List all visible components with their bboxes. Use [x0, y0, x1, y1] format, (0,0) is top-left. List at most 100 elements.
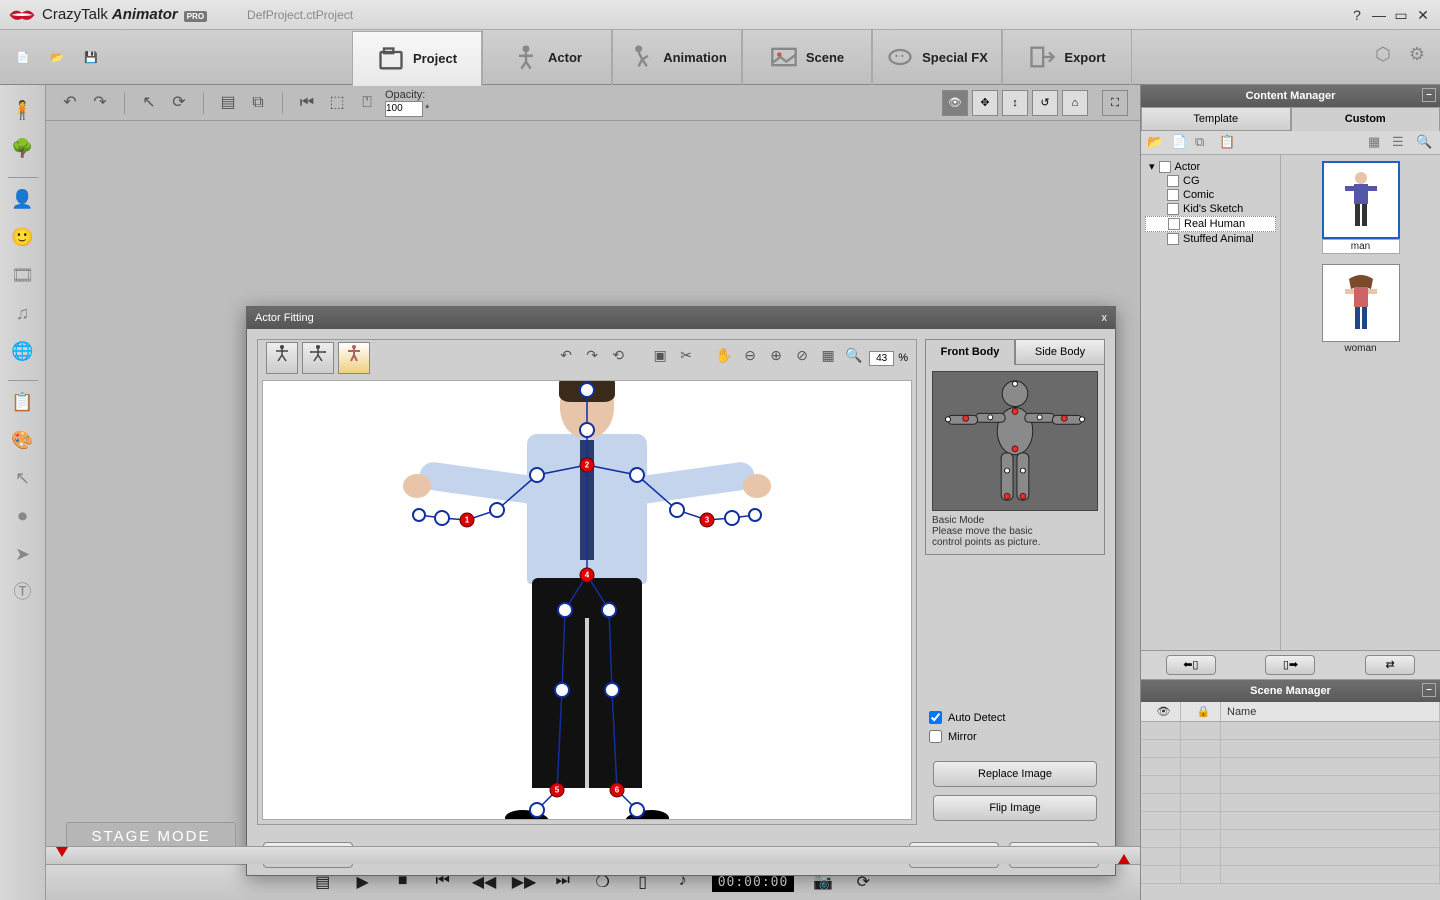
skeleton-mode-1[interactable] — [266, 342, 298, 374]
opacity-input[interactable] — [385, 101, 423, 117]
content-thumbnails: man woman — [1281, 155, 1440, 650]
cm-list-icon[interactable]: ☰ — [1392, 134, 1410, 152]
dlg-zoomreset-icon[interactable]: ⊘ — [791, 347, 813, 369]
duplicate-icon[interactable]: ⧉ — [246, 91, 270, 115]
side-body-tab[interactable]: Side Body — [1015, 339, 1105, 365]
front-body-tab[interactable]: Front Body — [925, 339, 1015, 365]
package-icon[interactable]: ⬡ — [1370, 44, 1396, 70]
tree-stuffed[interactable]: Stuffed Animal — [1145, 232, 1276, 246]
group-icon[interactable]: ⬚ — [325, 91, 349, 115]
tree-comic[interactable]: Comic — [1145, 188, 1276, 202]
dlg-redo-icon[interactable]: ↷ — [581, 347, 603, 369]
audio-tool-icon[interactable]: ♫ — [8, 298, 38, 328]
tab-animation[interactable]: Animation — [612, 30, 742, 85]
tab-actor[interactable]: Actor — [482, 30, 612, 85]
dlg-grid-icon[interactable]: ▦ — [817, 347, 839, 369]
ref-mode-title: Basic Mode — [932, 515, 1098, 526]
skeleton-mode-3[interactable] — [338, 342, 370, 374]
film-tool-icon[interactable]: 🎞 — [8, 260, 38, 290]
tab-export[interactable]: Export — [1002, 30, 1132, 85]
record-tool-icon[interactable]: ⏺ — [8, 501, 38, 531]
timeline-start-marker[interactable] — [56, 847, 68, 857]
person-tool-icon[interactable]: 👤 — [8, 184, 38, 214]
xfer-both-icon[interactable]: ⇄ — [1365, 655, 1415, 675]
scene-col-visibility-icon[interactable]: 👁 — [1141, 702, 1181, 721]
scene-table-body[interactable] — [1141, 722, 1440, 900]
dlg-crop-icon[interactable]: ✂ — [675, 347, 697, 369]
tab-scene[interactable]: Scene — [742, 30, 872, 85]
skeleton-mode-2[interactable] — [302, 342, 334, 374]
skeleton-overlay[interactable]: 2 1 3 — [407, 380, 767, 820]
redo-icon[interactable]: ↷ — [88, 91, 112, 115]
cursor-tool-icon[interactable]: ↖ — [8, 463, 38, 493]
face-tool-icon[interactable]: 🙂 — [8, 222, 38, 252]
dlg-reset-icon[interactable]: ⟲ — [607, 347, 629, 369]
view-move-icon[interactable]: ✥ — [972, 90, 998, 116]
flip-image-button[interactable]: Flip Image — [933, 795, 1097, 821]
thumb-woman[interactable]: woman — [1322, 264, 1400, 355]
content-manager-collapse-icon[interactable]: – — [1422, 88, 1436, 102]
text-tool-icon[interactable]: Ⓣ — [8, 577, 38, 607]
custom-tab[interactable]: Custom — [1291, 107, 1440, 131]
cm-open-icon[interactable]: 📂 — [1147, 134, 1165, 152]
fitting-canvas[interactable]: 2 1 3 — [262, 380, 912, 820]
cm-grid-icon[interactable]: ▦ — [1368, 134, 1386, 152]
template-tab[interactable]: Template — [1141, 107, 1291, 131]
arrow-tool-icon[interactable]: ➤ — [8, 539, 38, 569]
view-eye-icon[interactable]: 👁 — [942, 90, 968, 116]
select-icon[interactable]: ↖ — [137, 91, 161, 115]
view-rotate-icon[interactable]: ↺ — [1032, 90, 1058, 116]
dlg-undo-icon[interactable]: ↶ — [555, 347, 577, 369]
skip-start-icon[interactable]: ⏮ — [295, 91, 319, 115]
view-updown-icon[interactable]: ↕ — [1002, 90, 1028, 116]
tree-real-human[interactable]: Real Human — [1145, 216, 1276, 232]
new-file-icon[interactable]: 📄 — [10, 44, 36, 70]
cm-search-icon[interactable]: 🔍 — [1416, 134, 1434, 152]
maximize-button[interactable]: ▭ — [1392, 6, 1410, 24]
dlg-zoomin-icon[interactable]: ⊕ — [765, 347, 787, 369]
tree-cg[interactable]: CG — [1145, 174, 1276, 188]
character-tool-icon[interactable]: 🧍 — [8, 95, 38, 125]
cm-paste-icon[interactable]: 📋 — [1219, 134, 1237, 152]
undo-icon[interactable]: ↶ — [58, 91, 82, 115]
timeline-end-marker[interactable] — [1118, 854, 1130, 864]
dlg-zoomout-icon[interactable]: ⊖ — [739, 347, 761, 369]
scene-col-name[interactable]: Name — [1221, 702, 1440, 721]
dlg-zoom-icon[interactable]: 🔍 — [843, 347, 865, 369]
auto-detect-checkbox[interactable]: Auto Detect — [929, 711, 1101, 724]
dlg-fit-icon[interactable]: ▣ — [649, 347, 671, 369]
dialog-close-icon[interactable]: x — [1102, 312, 1108, 324]
paint-tool-icon[interactable]: 🎨 — [8, 425, 38, 455]
tab-specialfx[interactable]: Special FX — [872, 30, 1002, 85]
prop-tool-icon[interactable]: 🌳 — [8, 133, 38, 163]
xfer-in-icon[interactable]: ⬅▯ — [1166, 655, 1216, 675]
save-file-icon[interactable]: 💾 — [78, 44, 104, 70]
cm-copy-icon[interactable]: ⧉ — [1195, 134, 1213, 152]
replace-image-button[interactable]: Replace Image — [933, 761, 1097, 787]
fullscreen-icon[interactable]: ⛶ — [1102, 90, 1128, 116]
help-button[interactable]: ? — [1348, 6, 1366, 24]
settings-icon[interactable]: ⚙ — [1404, 44, 1430, 70]
open-file-icon[interactable]: 📂 — [44, 44, 70, 70]
tree-actor[interactable]: ▾Actor — [1145, 159, 1276, 174]
tree-kids[interactable]: Kid's Sketch — [1145, 202, 1276, 216]
minimize-button[interactable]: — — [1370, 6, 1388, 24]
cm-new-icon[interactable]: 📄 — [1171, 134, 1189, 152]
xfer-out-icon[interactable]: ▯➡ — [1265, 655, 1315, 675]
view-home-icon[interactable]: ⌂ — [1062, 90, 1088, 116]
timeline-strip[interactable] — [46, 846, 1140, 864]
layers-icon[interactable]: ▤ — [216, 91, 240, 115]
close-button[interactable]: ✕ — [1414, 6, 1432, 24]
refresh-icon[interactable]: ⟳ — [167, 91, 191, 115]
mirror-checkbox[interactable]: Mirror — [929, 730, 1101, 743]
scene-col-lock-icon[interactable]: 🔒 — [1181, 702, 1221, 721]
clipboard-tool-icon[interactable]: 📋 — [8, 387, 38, 417]
dialog-titlebar[interactable]: Actor Fitting x — [247, 307, 1115, 329]
thumb-man[interactable]: man — [1322, 161, 1400, 254]
link-icon[interactable]: ⍞ — [355, 91, 379, 115]
tab-animation-label: Animation — [663, 50, 727, 65]
dlg-pan-icon[interactable]: ✋ — [713, 347, 735, 369]
globe-tool-icon[interactable]: 🌐 — [8, 336, 38, 366]
scene-manager-collapse-icon[interactable]: – — [1422, 683, 1436, 697]
tab-project[interactable]: Project — [352, 31, 482, 86]
